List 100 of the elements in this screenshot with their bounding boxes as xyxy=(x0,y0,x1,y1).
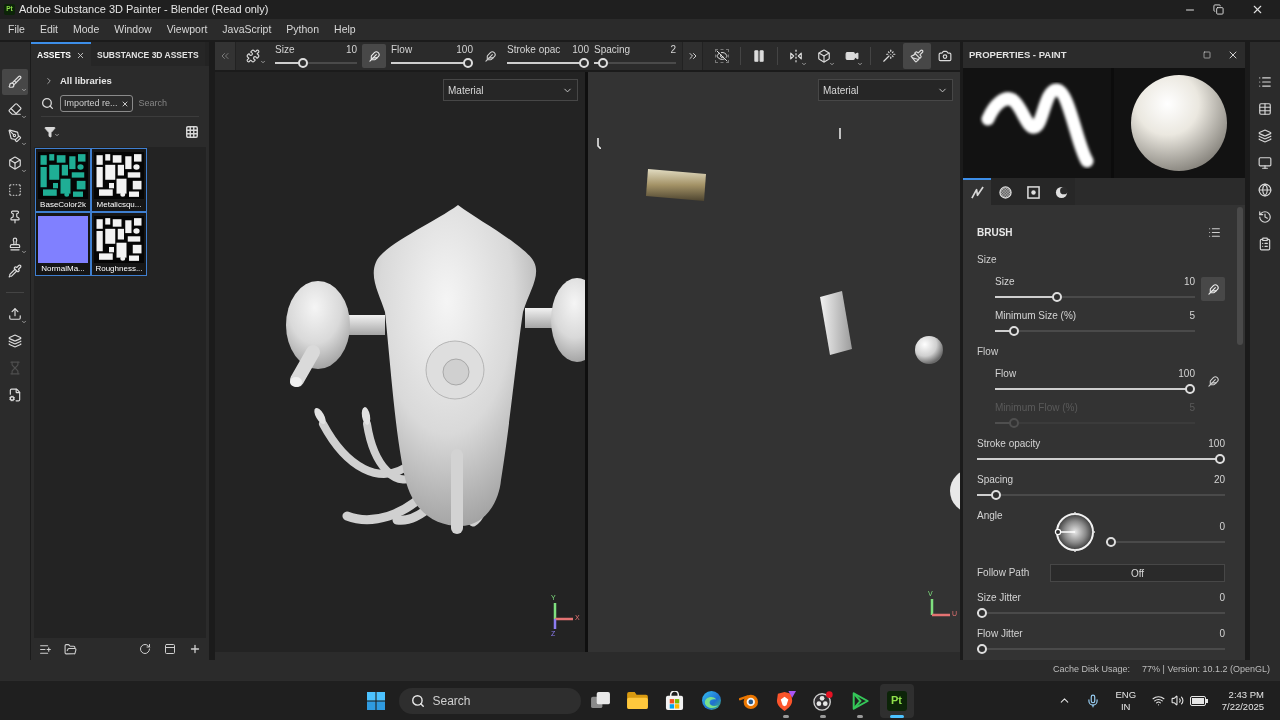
pen-pressure-button[interactable] xyxy=(362,44,386,68)
slider-track[interactable] xyxy=(977,608,1225,618)
list-icon[interactable] xyxy=(1208,225,1221,239)
pen-pressure-button[interactable] xyxy=(1201,277,1225,301)
globe-icon[interactable] xyxy=(1258,183,1272,197)
slider-label: Stroke opac xyxy=(507,44,561,56)
grid-icon[interactable] xyxy=(185,125,199,139)
taskbar-app[interactable]: Pt xyxy=(879,683,914,718)
volume-icon[interactable] xyxy=(1170,694,1184,707)
expand-button[interactable] xyxy=(682,42,703,70)
filter-icon[interactable] xyxy=(44,126,56,138)
tool-button[interactable] xyxy=(2,69,28,95)
region-code[interactable]: IN xyxy=(1121,700,1131,713)
monitor-icon[interactable] xyxy=(1258,156,1272,170)
uv-island xyxy=(597,138,601,149)
rectangle-island xyxy=(818,291,854,355)
plus-icon[interactable] xyxy=(189,643,201,655)
cache-label: Cache Disk Usage: xyxy=(1053,663,1131,677)
asset-name: BaseColor2k xyxy=(40,200,86,210)
history-icon[interactable] xyxy=(1258,210,1272,224)
search-field[interactable]: Search xyxy=(398,687,581,714)
slider-track[interactable] xyxy=(977,644,1225,654)
menu-item[interactable]: Python xyxy=(286,21,320,38)
close-icon[interactable] xyxy=(1227,49,1239,61)
slider-track[interactable] xyxy=(995,326,1195,336)
table-icon[interactable] xyxy=(1258,102,1272,116)
slider-track[interactable] xyxy=(391,58,473,68)
toggle-button[interactable]: Off xyxy=(1050,564,1225,582)
slider-track[interactable] xyxy=(594,58,676,68)
cube-icon xyxy=(817,49,831,63)
clock-time[interactable]: 2:43 PM xyxy=(1228,688,1264,701)
slider-track[interactable] xyxy=(1106,537,1225,547)
slider-value: 0 xyxy=(1219,592,1225,604)
clock-date[interactable]: 7/22/2025 xyxy=(1221,700,1264,713)
search-field[interactable]: Search xyxy=(138,96,189,111)
slider-track[interactable] xyxy=(995,384,1195,394)
asset-item[interactable]: Roughness... xyxy=(91,212,147,276)
asset-item[interactable]: NormalMa... xyxy=(35,212,91,276)
group-heading: Flow xyxy=(977,346,1000,358)
language-code[interactable]: ENG xyxy=(1115,688,1137,701)
slider-track[interactable] xyxy=(995,292,1195,302)
slider-value: 10 xyxy=(345,44,357,56)
list-plus-icon[interactable] xyxy=(39,642,52,656)
puzzle-icon[interactable] xyxy=(246,49,260,63)
slider-track[interactable] xyxy=(507,58,589,68)
mode-dropdown[interactable]: Material xyxy=(443,79,578,101)
section-heading: BRUSH xyxy=(977,225,1013,240)
filter-chip[interactable]: Imported re... xyxy=(60,95,133,112)
eye-off-icon xyxy=(715,49,729,63)
squiggle-icon xyxy=(970,186,984,199)
panel-tab[interactable] xyxy=(1047,178,1075,205)
wand-icon xyxy=(882,49,896,63)
chevrons-left-icon xyxy=(219,50,231,62)
close-icon[interactable] xyxy=(76,50,85,60)
menu-item[interactable]: Mode xyxy=(73,21,100,38)
uv-island xyxy=(838,128,842,139)
circle-logo-icon xyxy=(812,690,833,711)
microphone-icon[interactable] xyxy=(1085,693,1100,708)
asset-item[interactable]: Metalicsqu... xyxy=(91,148,147,212)
layers-icon[interactable] xyxy=(1258,129,1272,143)
menu-item[interactable]: JavaScript xyxy=(222,21,272,38)
menu-item[interactable]: Viewport xyxy=(166,21,208,38)
battery-icon[interactable] xyxy=(1189,695,1208,706)
slider-track[interactable] xyxy=(275,58,357,68)
close-icon[interactable] xyxy=(1251,3,1264,16)
slider-track[interactable] xyxy=(995,418,1195,428)
search-icon xyxy=(410,693,425,708)
angle-dial[interactable] xyxy=(1053,510,1097,554)
video-camera-icon xyxy=(845,49,859,63)
clipboard-icon[interactable] xyxy=(1258,237,1272,251)
slider-label: Size Jitter xyxy=(977,592,1021,604)
square-icon[interactable] xyxy=(1203,51,1211,59)
restore-icon[interactable] xyxy=(1213,4,1224,15)
slider-label: Stroke opacity xyxy=(977,438,1041,450)
folder-icon[interactable] xyxy=(64,642,77,656)
panel-tab[interactable]: ASSETS xyxy=(31,42,91,66)
chevron-right-icon[interactable] xyxy=(44,76,54,86)
toolbar-button[interactable] xyxy=(903,43,931,69)
list-icon[interactable] xyxy=(1258,75,1272,89)
slider-track[interactable] xyxy=(977,490,1225,500)
slider-value: 100 xyxy=(1208,438,1225,450)
wifi-icon[interactable] xyxy=(1151,694,1165,707)
slider-track[interactable] xyxy=(977,454,1225,464)
remove-icon[interactable] xyxy=(120,99,129,108)
swirl-logo-icon xyxy=(702,691,721,710)
start-icon[interactable] xyxy=(366,691,385,710)
mode-dropdown[interactable]: Material xyxy=(818,79,953,101)
menu-item[interactable]: Edit xyxy=(39,21,58,38)
refresh-icon[interactable] xyxy=(139,643,151,655)
asset-item[interactable]: BaseColor2k xyxy=(35,148,91,212)
panel-tab[interactable] xyxy=(991,178,1019,205)
window-icon[interactable] xyxy=(164,643,176,655)
menu-item[interactable]: Window xyxy=(114,21,152,38)
panel-tab[interactable] xyxy=(963,178,991,205)
camera-icon xyxy=(938,49,952,63)
menu-item[interactable]: Help xyxy=(334,21,356,38)
chevrons-right-icon xyxy=(686,50,699,62)
feather-icon xyxy=(1207,375,1219,387)
library-name[interactable]: All libraries xyxy=(60,73,112,89)
menu-item[interactable]: File xyxy=(8,21,25,38)
